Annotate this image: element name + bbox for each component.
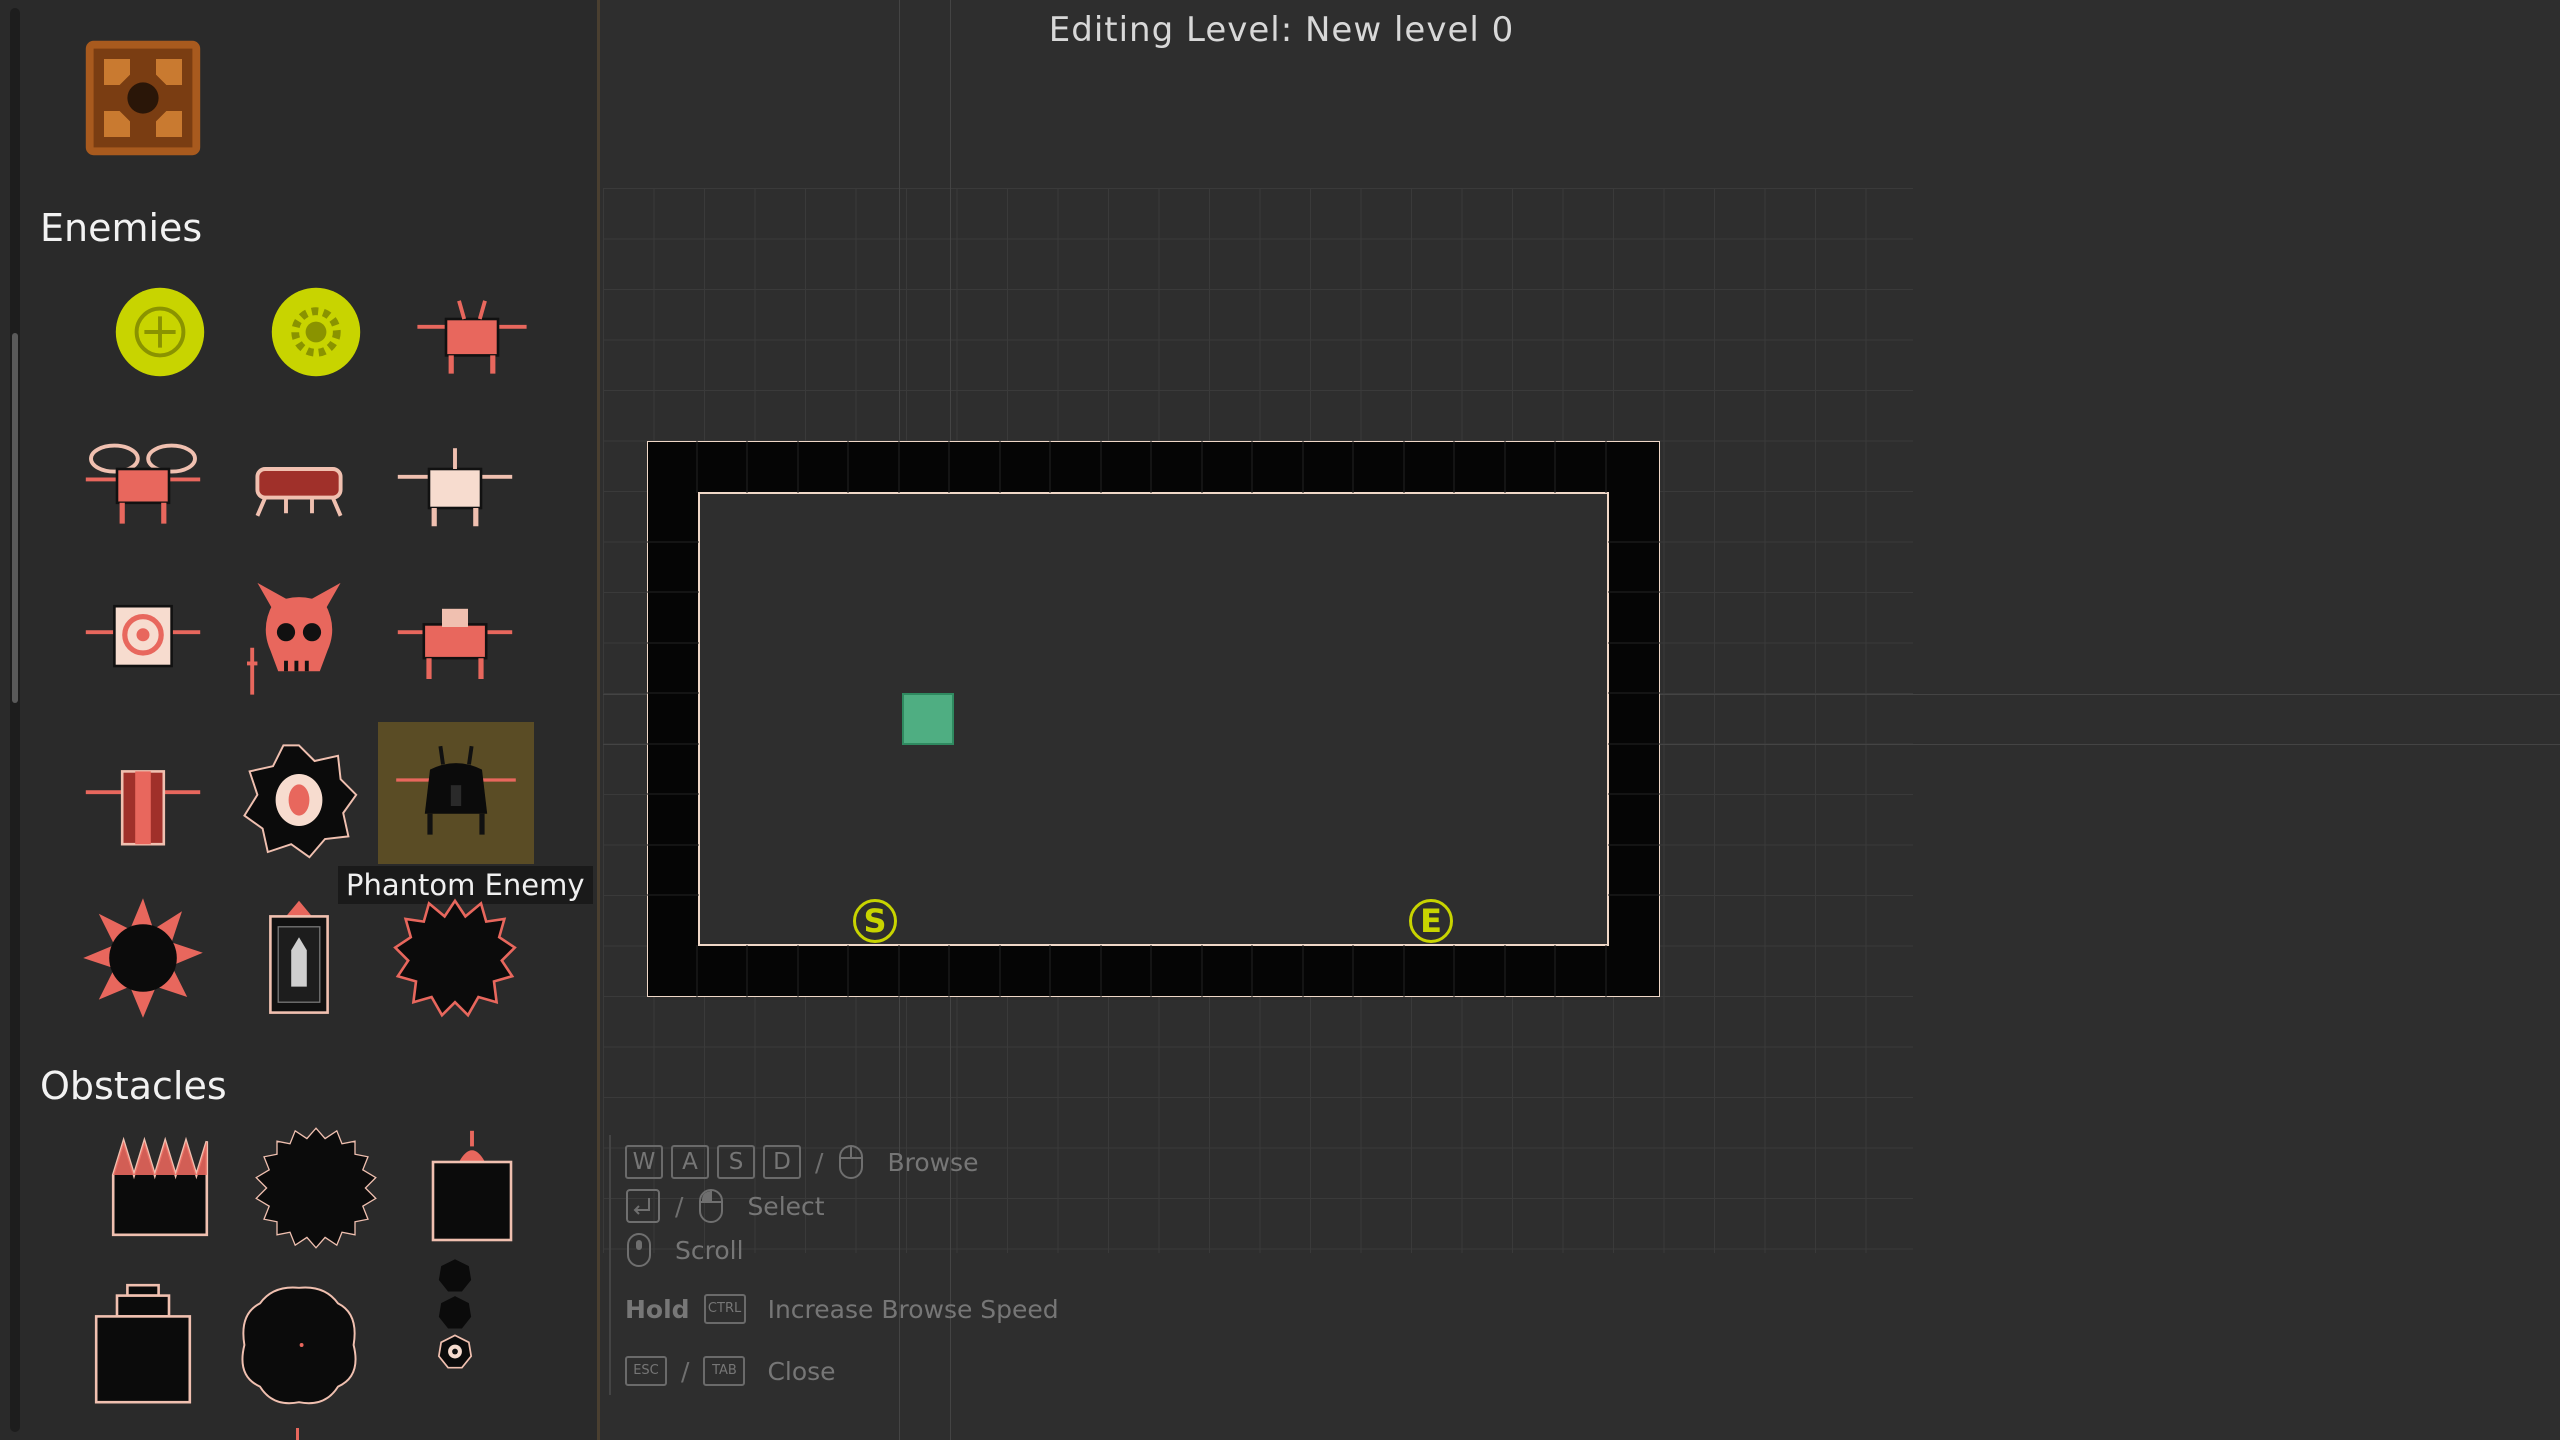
big-blob-obstacle[interactable] (224, 1275, 374, 1415)
rusty-crate-tile[interactable] (68, 28, 218, 168)
red-wide-drone-icon (397, 608, 513, 679)
slash-separator: / (681, 1356, 690, 1386)
spiked-mine-icon (83, 898, 203, 1018)
red-antenna-drone-icon (417, 300, 527, 374)
level-editor-canvas[interactable]: Editing Level: New level 0 S E (603, 0, 2560, 1440)
select-label: Select (747, 1191, 825, 1221)
spike-block-icon (111, 1136, 209, 1237)
obstacles-section-title: Obstacles (40, 1064, 227, 1108)
help-divider (609, 1135, 611, 1395)
level-room-walls (647, 441, 1660, 997)
pale-antenna-drone-enemy[interactable] (380, 412, 530, 552)
turret-block-obstacle[interactable] (397, 1118, 547, 1258)
red-antenna-drone-enemy[interactable] (397, 262, 547, 402)
chain-mine-obstacle[interactable] (380, 1245, 530, 1405)
jagged-blob-enemy[interactable] (380, 888, 530, 1028)
eye-sawblade-enemy[interactable] (224, 730, 374, 870)
rocket-pod-enemy[interactable] (224, 888, 374, 1028)
player-spawn-block[interactable] (902, 693, 954, 745)
phantom-enemy[interactable] (378, 722, 534, 864)
red-winged-drone-enemy[interactable] (68, 412, 218, 552)
help-speed-row: Hold CTRL Increase Browse Speed (625, 1294, 1059, 1324)
enemies-section-title: Enemies (40, 206, 203, 250)
editor-title: Editing Level: New level 0 (1048, 10, 1515, 50)
red-winged-drone-icon (85, 443, 201, 524)
key-d: D (763, 1145, 801, 1179)
slash-separator: / (675, 1191, 684, 1221)
mouse-left-click-icon (699, 1189, 724, 1223)
sawblade-icon (255, 1127, 377, 1249)
close-label: Close (767, 1356, 836, 1386)
palette-sidebar: Enemies Phantom Enemy Obstacles (0, 0, 600, 1440)
enter-key-icon (626, 1189, 660, 1223)
help-browse-row: W A S D / Browse (625, 1144, 978, 1180)
level-room[interactable]: S E (647, 441, 1660, 997)
help-select-row: / Select (625, 1188, 825, 1224)
yellow-plus-orb-icon (115, 287, 205, 377)
turret-block-icon (431, 1130, 513, 1242)
end-marker[interactable]: E (1409, 899, 1453, 943)
next-item-peek (296, 1428, 299, 1440)
red-wide-drone-enemy[interactable] (380, 570, 530, 710)
mouse-scroll-icon (627, 1233, 651, 1267)
sawblade-obstacle[interactable] (241, 1118, 391, 1258)
rocket-pod-icon (269, 900, 329, 1014)
phantom-enemy-icon (396, 745, 516, 835)
hold-label: Hold (625, 1294, 690, 1324)
yellow-plus-orb-enemy[interactable] (85, 262, 235, 402)
chain-mine-icon (437, 1259, 473, 1369)
scroll-label: Scroll (675, 1235, 744, 1265)
key-a: A (671, 1145, 709, 1179)
key-s: S (717, 1145, 755, 1179)
palette-scrollbar[interactable] (10, 8, 20, 1432)
jagged-blob-icon (393, 898, 517, 1018)
pale-antenna-drone-icon (397, 448, 513, 527)
demon-skull-icon (247, 582, 341, 695)
help-scroll-row: Scroll (625, 1232, 744, 1268)
key-w: W (625, 1145, 663, 1179)
spiked-mine-enemy[interactable] (68, 888, 218, 1028)
red-crab-walker-enemy[interactable] (224, 412, 374, 552)
key-esc: ESC (625, 1356, 667, 1386)
target-drone-icon (85, 604, 201, 668)
help-close-row: ESC / TAB Close (625, 1356, 836, 1386)
key-tab: TAB (703, 1356, 746, 1386)
browse-label: Browse (887, 1147, 979, 1177)
yellow-gear-orb-enemy[interactable] (241, 262, 391, 402)
speed-label: Increase Browse Speed (767, 1294, 1059, 1324)
palette-scrollbar-thumb[interactable] (12, 333, 18, 703)
eye-sawblade-icon (243, 744, 358, 859)
capped-block-obstacle[interactable] (68, 1275, 218, 1415)
red-crab-walker-icon (255, 467, 343, 517)
target-drone-enemy[interactable] (68, 570, 218, 710)
big-blob-icon (241, 1286, 357, 1405)
rusty-crate-icon (85, 40, 201, 156)
red-pillar-drone-icon (85, 770, 201, 846)
key-ctrl: CTRL (703, 1294, 746, 1324)
yellow-gear-orb-icon (271, 287, 361, 377)
demon-skull-swordsman-enemy[interactable] (224, 570, 374, 710)
start-marker[interactable]: S (853, 899, 897, 943)
red-pillar-drone-enemy[interactable] (68, 730, 218, 870)
mouse-move-icon (839, 1145, 864, 1179)
spike-block-obstacle[interactable] (85, 1118, 235, 1258)
slash-separator: / (815, 1147, 824, 1177)
capped-block-icon (94, 1283, 192, 1404)
